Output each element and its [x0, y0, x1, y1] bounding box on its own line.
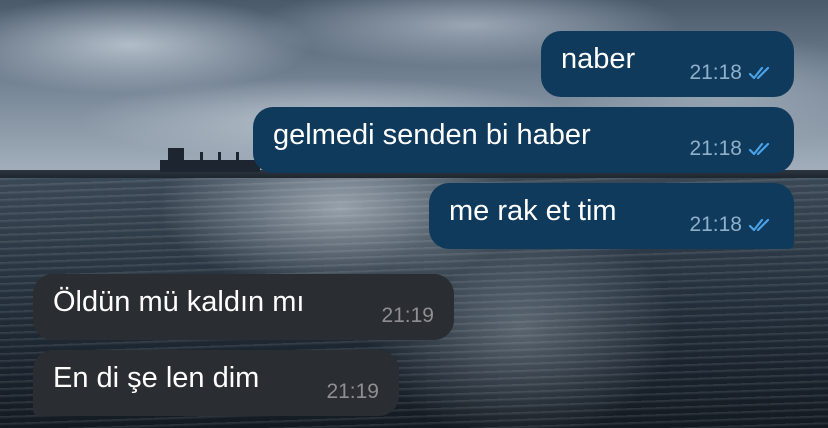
- double-check-icon: [748, 142, 770, 155]
- message-bubble-outgoing[interactable]: naber 21:18: [541, 31, 794, 97]
- message-bubble-incoming[interactable]: Öldün mü kaldın mı 21:19: [33, 274, 454, 340]
- message-bubble-outgoing[interactable]: gelmedi senden bi haber 21:18: [253, 107, 794, 173]
- message-time: 21:18: [689, 137, 742, 160]
- message-meta: 21:19: [381, 305, 434, 326]
- message-meta: 21:18: [689, 138, 776, 159]
- message-text: gelmedi senden bi haber: [273, 119, 591, 151]
- message-meta: 21:19: [326, 381, 379, 402]
- double-check-icon: [748, 218, 770, 231]
- message-time: 21:19: [326, 380, 379, 403]
- message-time: 21:18: [689, 61, 742, 84]
- message-bubble-incoming[interactable]: En di şe len dim 21:19: [33, 350, 399, 416]
- message-text: En di şe len dim: [53, 362, 260, 394]
- message-bubble-outgoing[interactable]: me rak et tim 21:18: [429, 183, 794, 249]
- message-time: 21:18: [689, 213, 742, 236]
- message-text: Öldün mü kaldın mı: [53, 286, 305, 318]
- double-check-icon: [748, 66, 770, 79]
- message-text: naber: [561, 43, 636, 75]
- cargo-ship: [160, 148, 260, 172]
- message-meta: 21:18: [689, 62, 776, 83]
- message-time: 21:19: [381, 304, 434, 327]
- message-text: me rak et tim: [449, 195, 617, 227]
- message-meta: 21:18: [689, 214, 776, 235]
